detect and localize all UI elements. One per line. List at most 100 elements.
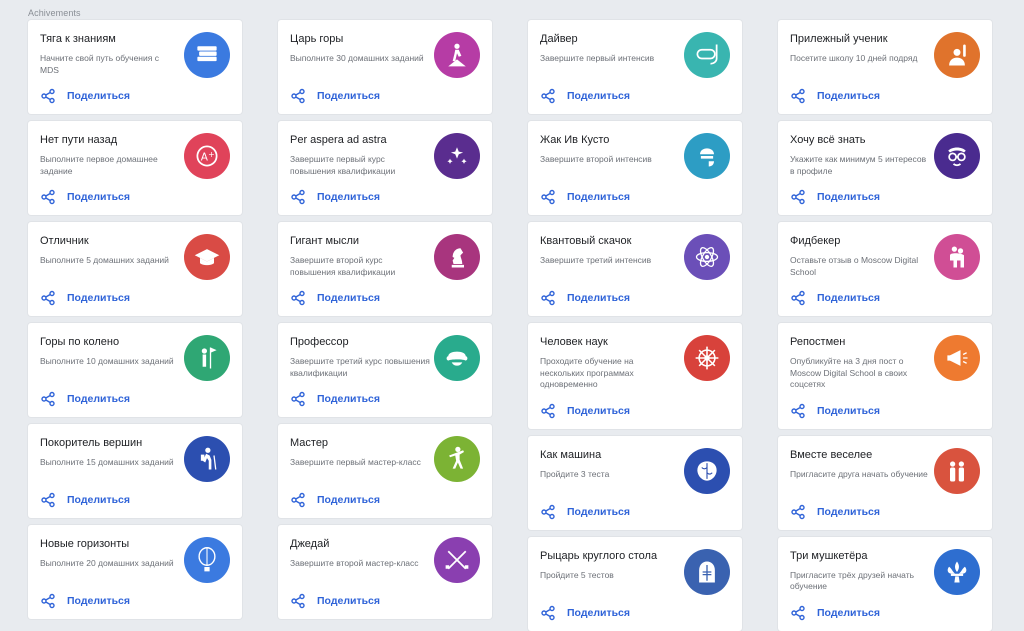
- share-icon: [41, 290, 55, 306]
- share-button[interactable]: Поделиться: [790, 290, 880, 306]
- friends-icon: [950, 460, 964, 481]
- knight-helmet-icon: [699, 561, 715, 582]
- achievement-title: Прилежный ученик: [790, 33, 888, 45]
- achievement-description: Завершите второй курс повышения квалифик…: [290, 255, 396, 277]
- achievement-card: Горы по колено Выполните 10 домашних зада…: [28, 323, 242, 417]
- achievement-card: Вместе веселее Пригласите друга начать об…: [778, 435, 992, 530]
- achievement-card: Три мушкетёра Пригласите трёх друзей нача…: [778, 536, 992, 631]
- share-icon: [791, 290, 805, 306]
- achievement-description: Завершите второй мастер-класс: [290, 558, 419, 568]
- share-icon: [791, 88, 805, 104]
- achievement-title: Человек наук: [540, 336, 608, 348]
- atom-icon: [695, 246, 719, 268]
- achievement-description: Укажите как минимум 5 интересов в профил…: [790, 154, 927, 176]
- achievement-card: Per aspera ad astra Завершите первый курс…: [278, 121, 492, 215]
- achievement-title: Как машина: [540, 448, 602, 461]
- share-label: Поделиться: [817, 191, 881, 203]
- achievement-badge: [684, 335, 730, 381]
- achievement-description: Пригласите друга начать обучение: [790, 468, 928, 479]
- share-icon: [541, 290, 555, 306]
- share-icon: [791, 403, 805, 418]
- achievement-badge: [934, 234, 980, 280]
- share-label: Поделиться: [67, 90, 131, 102]
- achievement-title: Гигант мысли: [290, 235, 360, 247]
- achievement-badge: [684, 234, 730, 280]
- share-icon: [791, 605, 805, 620]
- share-button[interactable]: Поделиться: [290, 290, 380, 306]
- achievement-card: Царь горы Выполните 30 домашних заданий По…: [278, 20, 492, 114]
- achievement-card: Мастер Завершите первый мастер-класс Подел…: [278, 424, 492, 518]
- achievement-card: Тяга к знаниям Начните свой путь обучения…: [28, 20, 242, 114]
- achievement-card: Отличник Выполните 5 домашних заданий Поде…: [28, 222, 242, 316]
- hot-air-balloon-icon: [198, 547, 216, 572]
- share-icon: [791, 189, 805, 205]
- achievement-badge: [434, 537, 480, 583]
- share-label: Поделиться: [817, 505, 881, 518]
- share-button[interactable]: Поделиться: [540, 290, 630, 306]
- achievement-description: Выполните 30 домашних заданий: [290, 53, 424, 63]
- achievement-description: Оставьте отзыв о Moscow Digital School: [790, 255, 919, 277]
- achievement-title: Новые горизонты: [40, 538, 130, 550]
- achievement-description: Пригласите трёх друзей начать обучение: [790, 569, 915, 592]
- lightsabers-icon: [445, 550, 469, 570]
- share-button[interactable]: Поделиться: [540, 504, 630, 520]
- share-button[interactable]: Поделиться: [790, 403, 880, 419]
- achievement-card: Человек наук Проходите обучение на нескол…: [528, 323, 742, 429]
- share-button[interactable]: Поделиться: [40, 391, 130, 407]
- share-button[interactable]: Поделиться: [40, 492, 130, 508]
- achievement-badge: [684, 32, 730, 78]
- achievement-badge: [434, 335, 480, 381]
- achievement-description: Выполните 15 домашних заданий: [40, 457, 174, 467]
- share-label: Поделиться: [817, 606, 881, 619]
- share-icon: [41, 593, 55, 609]
- student-raise-hand-icon: [949, 44, 966, 66]
- share-button[interactable]: Поделиться: [540, 88, 630, 104]
- share-button[interactable]: Поделиться: [290, 492, 380, 508]
- achievement-card: Фидбекер Оставьте отзыв о Moscow Digital …: [778, 222, 992, 316]
- achievement-title: Царь горы: [290, 33, 344, 45]
- share-button[interactable]: Поделиться: [290, 593, 380, 609]
- achievement-description: Завершите второй интенсив: [540, 154, 652, 164]
- share-icon: [291, 492, 305, 508]
- share-label: Поделиться: [67, 595, 131, 607]
- megaphone-icon: [947, 350, 968, 366]
- achievement-title: Джедай: [290, 538, 330, 550]
- share-button[interactable]: Поделиться: [40, 290, 130, 306]
- achievement-description: Выполните первое домашнее задание: [40, 154, 158, 176]
- share-button[interactable]: Поделиться: [290, 189, 380, 205]
- share-button[interactable]: Поделиться: [790, 88, 880, 104]
- share-button[interactable]: Поделиться: [290, 88, 380, 104]
- achievement-card: Репостмен Опубликуйте на 3 дня пост о Mos…: [778, 323, 992, 429]
- stars-icon: [447, 147, 467, 164]
- achievement-badge: [934, 32, 980, 78]
- hiker-icon: [200, 447, 217, 470]
- share-button[interactable]: Поделиться: [790, 189, 880, 205]
- achievement-badge: [434, 234, 480, 280]
- flag-person-icon: [201, 347, 217, 369]
- achievement-card: Джедай Завершите второй мастер-класс Подел…: [278, 525, 492, 619]
- share-label: Поделиться: [317, 393, 381, 405]
- share-label: Поделиться: [567, 191, 631, 203]
- share-icon: [41, 492, 55, 508]
- share-icon: [291, 391, 305, 407]
- share-button[interactable]: Поделиться: [790, 504, 880, 520]
- share-button[interactable]: Поделиться: [40, 593, 130, 609]
- grade-a-plus-icon: A +: [196, 145, 218, 167]
- share-button[interactable]: Поделиться: [290, 391, 380, 407]
- share-button[interactable]: Поделиться: [540, 605, 630, 621]
- share-icon: [541, 189, 555, 205]
- share-button[interactable]: Поделиться: [540, 189, 630, 205]
- achievement-badge: A +: [184, 133, 230, 179]
- brain-icon: [697, 460, 717, 481]
- share-button[interactable]: Поделиться: [40, 88, 130, 104]
- share-button[interactable]: Поделиться: [40, 189, 130, 205]
- share-icon: [541, 403, 555, 418]
- achievement-badge: [684, 548, 730, 595]
- share-button[interactable]: Поделиться: [790, 605, 880, 621]
- share-button[interactable]: Поделиться: [540, 403, 630, 419]
- achievement-badge: [934, 133, 980, 179]
- achievement-title: Per aspera ad astra: [290, 134, 387, 146]
- svg-text:+: +: [208, 150, 215, 159]
- achievement-title: Профессор: [290, 336, 349, 348]
- achievement-description: Завершите первый интенсив: [540, 53, 655, 63]
